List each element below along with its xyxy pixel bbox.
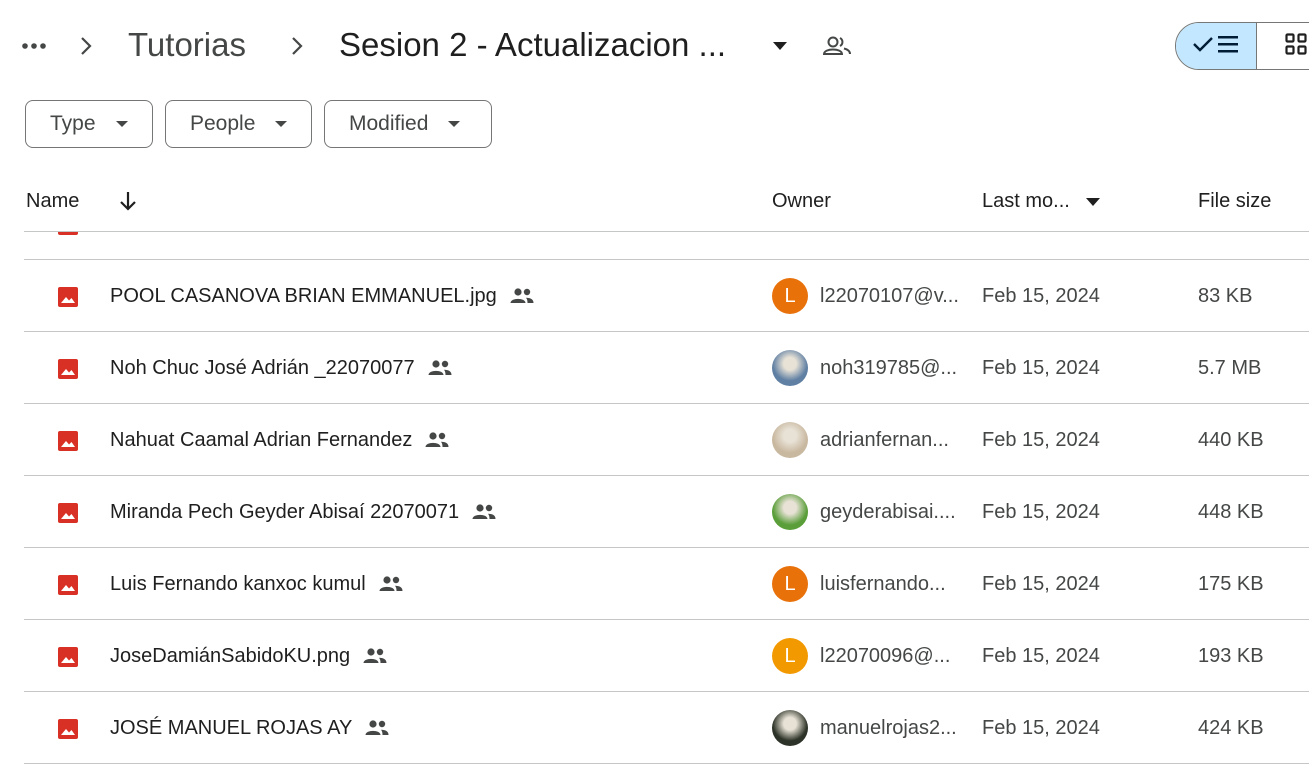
column-header-name[interactable]: Name [26, 186, 79, 216]
owner-email: adrianfernan... [820, 429, 949, 451]
last-modified: Feb 15, 2024 [982, 285, 1100, 307]
filter-people-label: People [190, 112, 256, 135]
shared-people-icon [509, 286, 535, 306]
chevron-right-icon [74, 30, 98, 62]
owner-email: luisfernando... [820, 573, 946, 595]
list-icon [1216, 35, 1240, 58]
table-row[interactable]: Luis Fernando kanxoc kumul Lluisfernando.… [24, 548, 1309, 620]
shared-folder-people-icon[interactable] [820, 31, 854, 61]
caret-down-icon [114, 116, 130, 132]
avatar: L [772, 638, 808, 674]
shared-people-icon [471, 502, 497, 522]
caret-down-icon [273, 116, 289, 132]
table-row[interactable]: Noh Chuc José Adrián _22070077 noh319785@… [24, 332, 1309, 404]
file-name[interactable]: Nahuat Caamal Adrian Fernandez [110, 404, 450, 476]
file-name-text: POOL CASANOVA BRIAN EMMANUEL.jpg [110, 284, 497, 307]
file-size: 175 KB [1198, 573, 1264, 595]
file-size: 424 KB [1198, 717, 1264, 739]
last-modified: Feb 15, 2024 [982, 573, 1100, 595]
shared-people-icon [427, 358, 453, 378]
avatar-letter: L [784, 284, 796, 307]
view-toggle [1175, 22, 1309, 70]
file-name-text: Miranda Pech Geyder Abisaí 22070071 [110, 500, 460, 523]
image-file-icon [58, 719, 78, 739]
table-row[interactable]: POOL CASANOVA BRIAN EMMANUEL.jpg Ll220701… [24, 260, 1309, 332]
column-header-file-size[interactable]: File size [1198, 186, 1271, 216]
avatar-letter: L [784, 572, 796, 595]
avatar [772, 494, 808, 530]
file-name-text: Luis Fernando kanxoc kumul [110, 572, 366, 595]
shared-people-icon [362, 646, 388, 666]
breadcrumb-current-folder[interactable]: Sesion 2 - Actualizacion ... [339, 22, 726, 68]
owner-email: l22070096@... [820, 645, 951, 667]
filter-modified-label: Modified [349, 112, 429, 135]
grid-view-button[interactable] [1257, 23, 1309, 69]
last-modified: Feb 15, 2024 [982, 501, 1100, 523]
filter-type-label: Type [50, 112, 96, 135]
image-file-icon [58, 431, 78, 451]
owner-email: l22070107@v... [820, 285, 959, 307]
table-row[interactable] [24, 232, 1309, 260]
grid-icon [1285, 32, 1307, 60]
file-name[interactable]: Miranda Pech Geyder Abisaí 22070071 [110, 476, 497, 548]
shared-people-icon [364, 718, 390, 738]
file-name[interactable]: Noh Chuc José Adrián _22070077 [110, 332, 453, 404]
image-file-icon [58, 647, 78, 667]
file-name[interactable]: POOL CASANOVA BRIAN EMMANUEL.jpg [110, 260, 535, 332]
shared-people-icon [378, 574, 404, 594]
avatar [772, 350, 808, 386]
file-size: 440 KB [1198, 429, 1264, 451]
folder-menu-caret-icon[interactable] [764, 34, 796, 58]
table-row[interactable]: JOSÉ MANUEL ROJAS AY manuelrojas2... Feb 1… [24, 692, 1309, 764]
owner-email: manuelrojas2... [820, 717, 957, 739]
file-name[interactable]: JoseDamiánSabidoKU.png [110, 620, 388, 692]
last-modified: Feb 15, 2024 [982, 645, 1100, 667]
image-file-icon [58, 575, 78, 595]
last-modified: Feb 15, 2024 [982, 429, 1100, 451]
breadcrumb-item-tutorias[interactable]: Tutorias [128, 22, 246, 68]
filter-people-chip[interactable]: People [165, 100, 312, 148]
file-list: POOL CASANOVA BRIAN EMMANUEL.jpg Ll220701… [24, 232, 1309, 778]
owner-email: geyderabisai.... [820, 501, 956, 523]
caret-down-icon [446, 116, 462, 132]
file-name-text: Noh Chuc José Adrián _22070077 [110, 356, 415, 379]
file-size: 5.7 MB [1198, 357, 1262, 379]
image-file-icon [58, 232, 78, 235]
table-row[interactable]: Miranda Pech Geyder Abisaí 22070071 geyde… [24, 476, 1309, 548]
header: Tutorias Sesion 2 - Actualizacion ... [0, 0, 1309, 92]
chevron-right-icon [285, 30, 309, 62]
owner-email: noh319785@... [820, 357, 958, 379]
avatar: L [772, 566, 808, 602]
table-row[interactable]: JoseDamiánSabidoKU.png Ll22070096@... Feb … [24, 620, 1309, 692]
avatar [772, 422, 808, 458]
image-file-icon [58, 503, 78, 523]
table-row[interactable]: Nahuat Caamal Adrian Fernandez adrianfern… [24, 404, 1309, 476]
column-header-owner[interactable]: Owner [772, 186, 831, 216]
file-size: 83 KB [1198, 285, 1253, 307]
filter-type-chip[interactable]: Type [25, 100, 153, 148]
list-view-button[interactable] [1176, 23, 1257, 69]
filter-modified-chip[interactable]: Modified [324, 100, 492, 148]
file-name[interactable]: JOSÉ MANUEL ROJAS AY [110, 692, 390, 764]
file-size: 448 KB [1198, 501, 1264, 523]
avatar [772, 710, 808, 746]
last-modified: Feb 15, 2024 [982, 717, 1100, 739]
shared-people-icon [424, 430, 450, 450]
column-header-last-modified[interactable]: Last mo... [982, 186, 1070, 216]
file-name-text: Nahuat Caamal Adrian Fernandez [110, 428, 413, 451]
file-name-text: JOSÉ MANUEL ROJAS AY [110, 716, 353, 739]
image-file-icon [58, 287, 78, 307]
avatar: L [772, 278, 808, 314]
file-name-text: JoseDamiánSabidoKU.png [110, 644, 351, 667]
checkmark-icon [1192, 36, 1214, 57]
file-size: 193 KB [1198, 645, 1264, 667]
more-options-icon[interactable] [14, 26, 54, 66]
caret-down-icon[interactable] [1084, 194, 1102, 210]
last-modified: Feb 15, 2024 [982, 357, 1100, 379]
file-name[interactable]: Luis Fernando kanxoc kumul [110, 548, 404, 620]
image-file-icon [58, 359, 78, 379]
avatar-letter: L [784, 644, 796, 667]
sort-arrow-down-icon[interactable] [114, 186, 142, 216]
